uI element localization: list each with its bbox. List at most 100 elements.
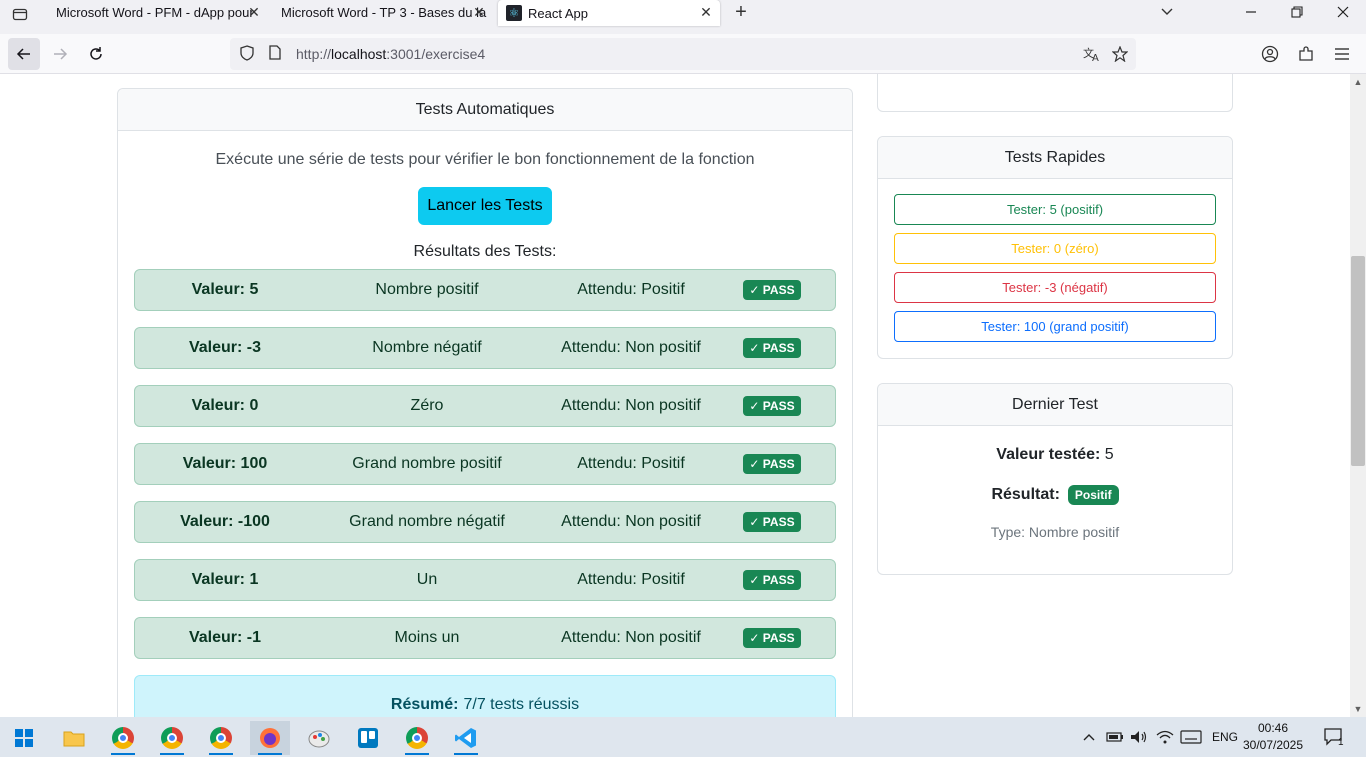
page-content: Tests Automatiques Exécute une série de … [0, 74, 1350, 717]
close-tab-icon[interactable]: ✕ [471, 2, 487, 22]
result-badge: Positif [1067, 485, 1119, 505]
test-value: Valeur: 1 [191, 571, 259, 588]
extensions-icon[interactable] [1295, 43, 1317, 65]
paint-icon[interactable] [299, 721, 339, 755]
pass-badge-cell: ✓ PASS [743, 328, 801, 368]
auto-tests-header: Tests Automatiques [118, 89, 852, 131]
chevron-down-icon[interactable] [1144, 0, 1190, 24]
test-description: Nombre positif [375, 281, 479, 298]
scrollbar-thumb[interactable] [1351, 256, 1365, 466]
test-value: Valeur: 100 [182, 455, 268, 472]
keyboard-icon[interactable] [1180, 717, 1202, 757]
restore-icon[interactable] [1274, 0, 1320, 24]
tab-title: Microsoft Word - PFM - dApp pour [56, 4, 254, 20]
clock-date: 30/07/2025 [1242, 738, 1304, 752]
url-path: :3001/exercise4 [386, 46, 486, 62]
close-tab-icon[interactable]: ✕ [246, 2, 262, 22]
pass-badge: ✓ PASS [743, 570, 801, 590]
summary-alert: Résumé: 7/7 tests réussis [134, 675, 836, 717]
url-prefix: http:// [296, 46, 332, 62]
pass-badge: ✓ PASS [743, 454, 801, 474]
new-tab-icon[interactable]: + [730, 1, 752, 23]
close-window-icon[interactable] [1320, 0, 1366, 24]
chrome-icon[interactable] [103, 721, 143, 755]
browser-tab[interactable]: Microsoft Word - TP 3 - Bases du la ✕ [271, 0, 493, 24]
input-language[interactable]: ENG [1212, 717, 1238, 757]
tested-value-label: Valeur testée: [996, 446, 1101, 463]
windows-taskbar: ENG 00:46 30/07/2025 1 [0, 717, 1366, 757]
previous-card-bottom [877, 74, 1233, 112]
test-description: Moins un [394, 629, 460, 646]
bookmark-star-icon[interactable] [1110, 44, 1130, 64]
pass-badge-cell: ✓ PASS [743, 502, 801, 542]
test-value: Valeur: -1 [188, 629, 262, 646]
scroll-up-arrow-icon[interactable]: ▲ [1350, 74, 1366, 90]
windows-start-icon[interactable] [4, 721, 44, 755]
summary-value: 7/7 tests réussis [463, 696, 580, 713]
page-icon[interactable] [266, 45, 284, 63]
chrome-icon[interactable] [201, 721, 241, 755]
firefox-icon[interactable] [250, 721, 290, 755]
test-100-button[interactable]: Tester: 100 (grand positif) [894, 311, 1216, 342]
minimize-icon[interactable] [1228, 0, 1274, 24]
pass-badge-cell: ✓ PASS [743, 560, 801, 600]
file-explorer-icon[interactable] [54, 721, 94, 755]
result-type: Type: Nombre positif [990, 524, 1120, 540]
auto-tests-description: Exécute une série de tests pour vérifier… [215, 151, 755, 168]
test-result-row: Valeur: -3 Nombre négatif Attendu: Non p… [134, 327, 836, 369]
close-tab-icon[interactable]: ✕ [698, 2, 714, 22]
test-expected: Attendu: Non positif [561, 629, 701, 646]
scroll-down-arrow-icon[interactable]: ▼ [1350, 701, 1366, 717]
test-minus3-button[interactable]: Tester: -3 (négatif) [894, 272, 1216, 303]
pass-badge: ✓ PASS [743, 512, 801, 532]
test-result-row: Valeur: 1 Un Attendu: Positif ✓ PASS [134, 559, 836, 601]
show-hidden-icons-icon[interactable] [1082, 717, 1096, 757]
menu-icon[interactable] [1331, 43, 1353, 65]
test-result-row: Valeur: -100 Grand nombre négatif Attend… [134, 501, 836, 543]
chrome-icon[interactable] [152, 721, 192, 755]
test-value: Valeur: 5 [191, 281, 259, 298]
translate-icon[interactable]: 文A [1082, 44, 1102, 64]
auto-tests-card: Tests Automatiques Exécute une série de … [117, 88, 853, 717]
test-value: Valeur: -3 [188, 339, 262, 356]
test-5-button[interactable]: Tester: 5 (positif) [894, 194, 1216, 225]
browser-tab-active[interactable]: ⚛ React App ✕ [498, 0, 720, 26]
summary-label: Résumé: [390, 696, 459, 713]
tab-title: Microsoft Word - TP 3 - Bases du la [281, 4, 487, 20]
quick-tests-card: Tests Rapides Tester: 5 (positif) Tester… [877, 136, 1233, 359]
browser-tab[interactable]: Microsoft Word - PFM - dApp pour ✕ [46, 0, 268, 24]
browser-nav-bar: http://localhost:3001/exercise4 文A [0, 34, 1366, 74]
system-clock[interactable]: 00:46 30/07/2025 [1240, 720, 1306, 754]
test-result-row: Valeur: -1 Moins un Attendu: Non positif… [134, 617, 836, 659]
pass-badge: ✓ PASS [743, 628, 801, 648]
test-result-row: Valeur: 5 Nombre positif Attendu: Positi… [134, 269, 836, 311]
trello-icon[interactable] [348, 721, 388, 755]
quick-tests-header: Tests Rapides [878, 137, 1232, 179]
tab-list-icon[interactable] [8, 2, 32, 26]
back-arrow-icon[interactable] [8, 38, 40, 70]
reload-icon[interactable] [80, 38, 112, 70]
pass-badge: ✓ PASS [743, 396, 801, 416]
chrome-icon[interactable] [397, 721, 437, 755]
wifi-icon[interactable] [1156, 717, 1174, 757]
test-description: Grand nombre négatif [349, 513, 505, 530]
shield-icon[interactable] [238, 44, 256, 64]
url-text[interactable]: http://localhost:3001/exercise4 [296, 46, 485, 62]
results-title: Résultats des Tests: [413, 243, 557, 260]
forward-arrow-icon[interactable] [44, 38, 76, 70]
test-result-row: Valeur: 0 Zéro Attendu: Non positif ✓ PA… [134, 385, 836, 427]
test-description: Zéro [410, 397, 444, 414]
account-icon[interactable] [1259, 43, 1281, 65]
test-description: Nombre négatif [372, 339, 482, 356]
result-label: Résultat: [991, 486, 1060, 503]
battery-icon[interactable] [1106, 717, 1124, 757]
notification-center-icon[interactable]: 1 [1324, 717, 1344, 757]
volume-icon[interactable] [1130, 717, 1148, 757]
pass-badge-cell: ✓ PASS [743, 270, 801, 310]
run-tests-button[interactable]: Lancer les Tests [418, 187, 552, 225]
test-0-button[interactable]: Tester: 0 (zéro) [894, 233, 1216, 264]
address-bar[interactable]: http://localhost:3001/exercise4 文A [230, 38, 1136, 70]
tab-title: React App [528, 5, 588, 21]
vscode-icon[interactable] [446, 721, 486, 755]
test-description: Un [416, 571, 438, 588]
